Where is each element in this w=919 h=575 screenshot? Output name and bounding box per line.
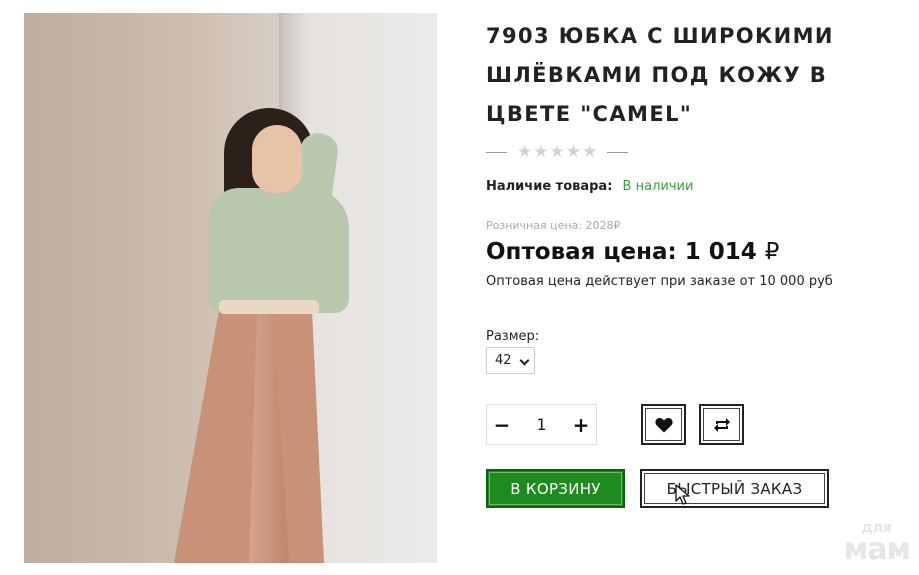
quantity-input[interactable]: 1 [517, 415, 566, 434]
model-sweater [209, 188, 349, 313]
wholesale-price: Оптовая цена: 1 014 ₽ [486, 236, 779, 268]
heart-icon [654, 417, 673, 432]
rating-stars[interactable]: ★ ★ ★ ★ ★ [517, 142, 597, 162]
quantity-decrease-button[interactable]: − [487, 405, 517, 444]
add-to-cart-button[interactable]: В КОРЗИНУ [486, 469, 625, 508]
retail-price: Розничная цена: 2028₽ [486, 219, 621, 232]
star-icon[interactable]: ★ [582, 142, 597, 162]
model-belt [219, 300, 319, 314]
availability: Наличие товара: В наличии [486, 178, 693, 196]
star-icon[interactable]: ★ [566, 142, 581, 162]
size-selected-value: 42 [495, 353, 512, 368]
availability-label: Наличие товара: [486, 179, 613, 194]
size-label: Размер: [486, 329, 540, 344]
site-watermark-logo: для мам [832, 521, 911, 567]
watermark-line-2: мам [843, 532, 911, 567]
model-face [252, 125, 302, 193]
rating-divider-right [607, 151, 629, 153]
star-icon[interactable]: ★ [533, 142, 548, 162]
product-title: 7903 ЮБКА С ШИРОКИМИ ШЛЁВКАМИ ПОД КОЖУ В… [486, 24, 834, 126]
rating-divider-left [486, 151, 507, 153]
mouse-cursor-icon [675, 484, 690, 505]
wholesale-note: Оптовая цена действует при заказе от 10 … [486, 274, 833, 289]
wholesale-price-value: Оптовая цена: 1 014 [486, 239, 757, 265]
quantity-increase-button[interactable]: + [566, 405, 596, 444]
size-select[interactable]: 42 [486, 347, 535, 374]
availability-status: В наличии [622, 179, 694, 194]
product-image[interactable] [24, 13, 437, 563]
compare-arrows-icon [713, 417, 730, 432]
compare-button[interactable] [699, 404, 744, 445]
rating: ★ ★ ★ ★ ★ [486, 142, 629, 162]
star-icon[interactable]: ★ [550, 142, 565, 162]
star-icon[interactable]: ★ [517, 142, 532, 162]
currency-symbol: ₽ [764, 239, 780, 265]
add-to-cart-label: В КОРЗИНУ [510, 479, 601, 498]
wishlist-button[interactable] [641, 404, 686, 445]
chevron-down-icon [519, 355, 530, 366]
quick-order-button[interactable]: БЫСТРЫЙ ЗАКАЗ [640, 469, 829, 508]
model-skirt [174, 310, 324, 563]
quantity-stepper: − 1 + [486, 404, 597, 445]
